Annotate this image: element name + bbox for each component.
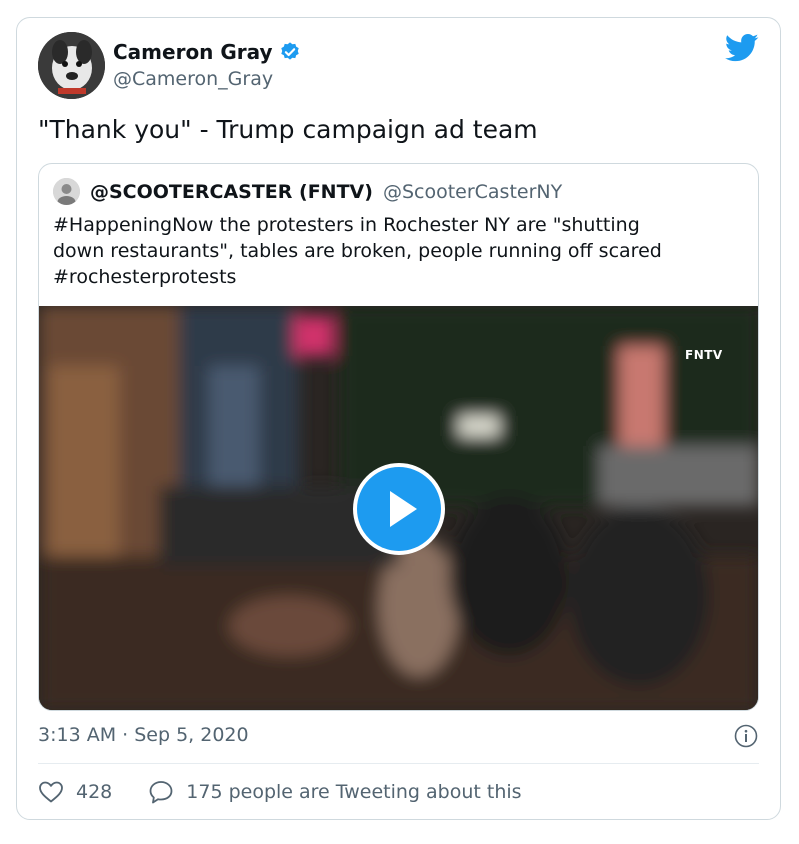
tweet-timestamp[interactable]: 3:13 AM · Sep 5, 2020 — [38, 724, 249, 746]
quoted-avatar[interactable] — [53, 178, 80, 205]
quoted-text: #HappeningNow the protesters in Rocheste… — [53, 212, 743, 290]
tweet-text: "Thank you" - Trump campaign ad team — [38, 115, 538, 144]
like-count: 428 — [76, 781, 113, 803]
video-watermark: FNTV — [685, 348, 723, 362]
info-icon[interactable] — [734, 724, 758, 748]
quoted-handle[interactable]: @ScooterCasterNY — [383, 181, 562, 203]
quoted-text-line: down restaurants", tables are broken, pe… — [53, 240, 662, 262]
heart-icon — [39, 781, 63, 803]
twitter-bird-icon[interactable] — [725, 33, 759, 63]
reply-button[interactable]: 175 people are Tweeting about this — [148, 779, 522, 805]
play-icon — [390, 491, 417, 527]
quoted-display-name[interactable]: @SCOOTERCASTER (FNTV) — [90, 181, 373, 203]
reply-label: 175 people are Tweeting about this — [186, 781, 522, 803]
verified-badge-icon — [280, 42, 299, 60]
divider — [38, 763, 759, 764]
author-handle[interactable]: @Cameron_Gray — [113, 68, 273, 90]
play-button[interactable] — [353, 463, 445, 555]
quoted-text-line: #rochesterprotests — [53, 266, 237, 288]
like-button[interactable]: 428 — [38, 780, 112, 804]
author-avatar[interactable] — [38, 32, 105, 99]
video-player[interactable]: FNTV — [39, 306, 758, 710]
quoted-tweet[interactable]: @SCOOTERCASTER (FNTV) @ScooterCasterNY #… — [38, 163, 759, 711]
comment-icon — [149, 781, 173, 804]
quoted-text-line: #HappeningNow the protesters in Rocheste… — [53, 214, 640, 236]
author-display-name[interactable]: Cameron Gray — [113, 40, 273, 64]
